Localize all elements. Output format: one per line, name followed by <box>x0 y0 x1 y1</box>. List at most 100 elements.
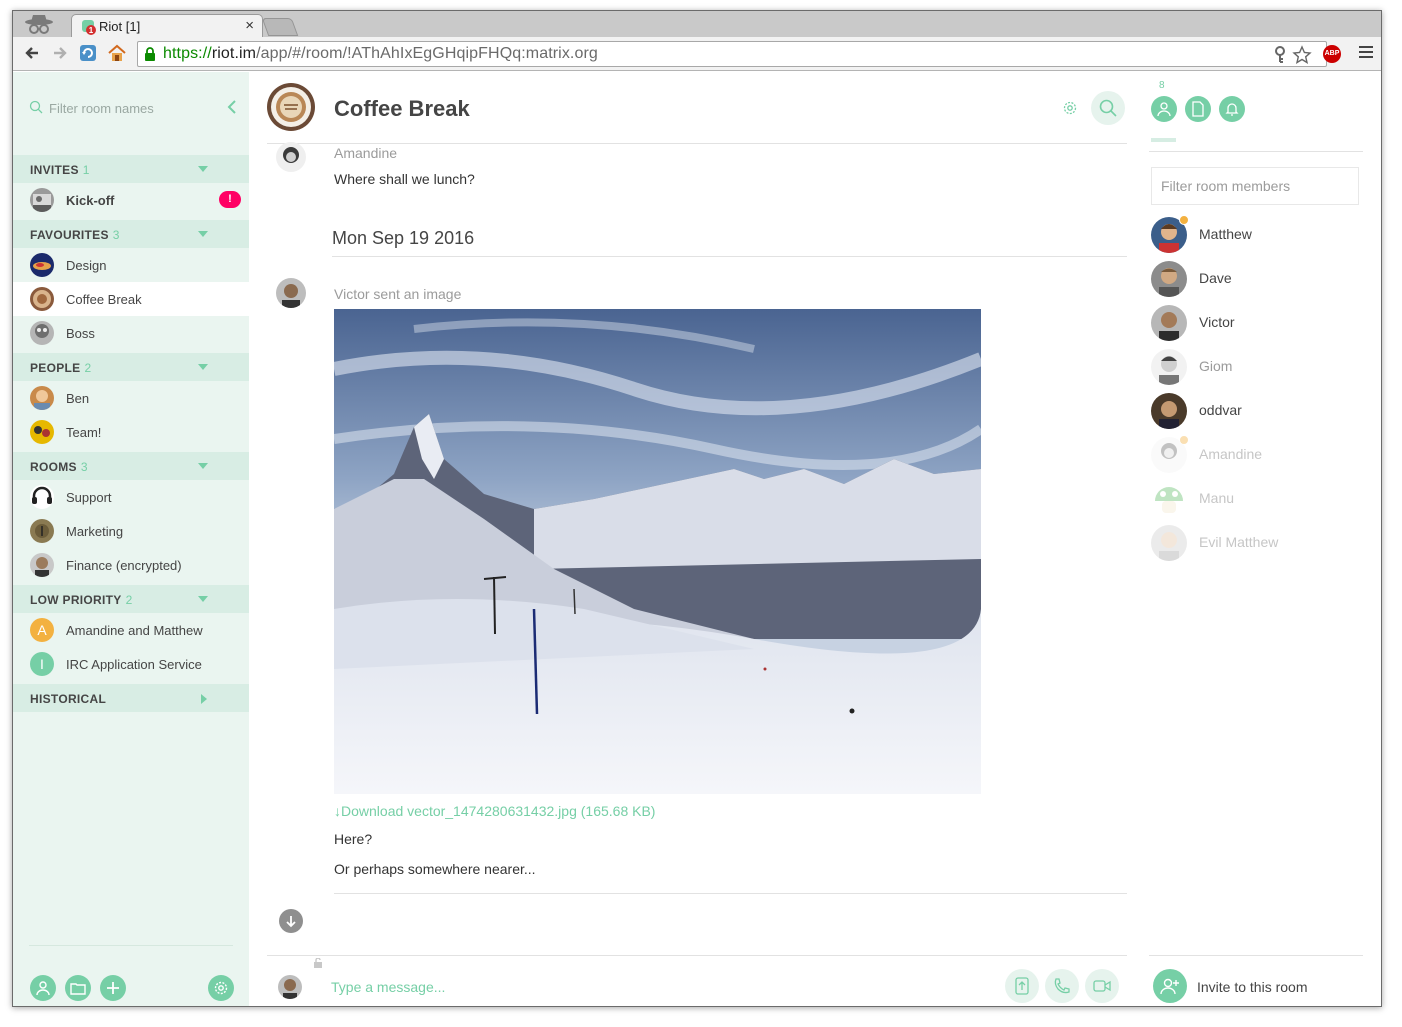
member-name: Amandine <box>1199 446 1263 462</box>
riot-favicon-icon: 1 <box>82 20 96 35</box>
member-name: Matthew <box>1199 226 1252 242</box>
back-icon[interactable] <box>21 42 43 64</box>
room-name: IRC Application Service <box>66 657 202 672</box>
sender-name[interactable]: Victor sent an image <box>334 286 461 302</box>
menu-icon[interactable] <box>1359 46 1373 61</box>
adblock-icon[interactable]: ABP <box>1323 45 1341 63</box>
member-item[interactable]: Manu <box>1151 479 1363 519</box>
room-item-amandine-and-matthew[interactable]: A Amandine and Matthew <box>13 613 249 647</box>
chevron-down-icon <box>198 166 208 172</box>
tab-files[interactable] <box>1185 96 1211 122</box>
address-bar[interactable]: https://riot.im/app/#/room/!AThAhIxEgGHq… <box>137 41 1327 67</box>
voice-call-button[interactable] <box>1045 969 1079 1003</box>
avatar[interactable] <box>276 278 306 308</box>
lock-icon <box>145 47 155 61</box>
member-item[interactable]: Victor <box>1151 303 1363 343</box>
room-item-ben[interactable]: Ben <box>13 381 249 415</box>
room-header: Coffee Break <box>267 72 1127 144</box>
avatar: I <box>30 652 54 676</box>
invite-button[interactable] <box>1153 969 1187 1003</box>
search-button[interactable] <box>1091 91 1125 125</box>
section-people[interactable]: PEOPLE 2 <box>13 353 249 381</box>
room-name: Kick-off <box>66 193 115 208</box>
member-item[interactable]: Matthew <box>1151 215 1363 255</box>
message-input[interactable] <box>331 975 931 999</box>
new-tab-button[interactable] <box>261 18 299 36</box>
chevron-down-icon <box>198 463 208 469</box>
room-item-irc-application-service[interactable]: I IRC Application Service <box>13 647 249 681</box>
browser-toolbar: https://riot.im/app/#/room/!AThAhIxEgGHq… <box>13 37 1381 71</box>
collapse-icon[interactable] <box>225 98 239 116</box>
member-item[interactable]: Amandine <box>1151 435 1363 475</box>
avatar: A <box>30 618 54 642</box>
video-call-button[interactable] <box>1085 969 1119 1003</box>
active-tab-indicator <box>1151 138 1176 142</box>
user-avatar <box>278 975 302 999</box>
forward-icon[interactable] <box>49 42 71 64</box>
section-historical[interactable]: HISTORICAL <box>13 684 249 712</box>
image-attachment[interactable] <box>334 309 981 794</box>
room-item-marketing[interactable]: Marketing <box>13 514 249 548</box>
tab-members[interactable] <box>1151 96 1177 122</box>
member-item[interactable]: Giom <box>1151 347 1363 387</box>
invite-label[interactable]: Invite to this room <box>1197 979 1308 995</box>
jump-to-bottom-button[interactable] <box>279 909 303 933</box>
settings-button[interactable] <box>208 975 234 1001</box>
room-item-kickoff[interactable]: Kick-off ! <box>13 183 249 217</box>
create-room-button[interactable] <box>100 975 126 1001</box>
section-low-priority[interactable]: LOW PRIORITY 2 <box>13 585 249 613</box>
browser-tab[interactable]: 1 Riot [1] × <box>71 14 263 38</box>
plus-icon <box>107 982 119 994</box>
chevron-right-icon <box>201 694 207 704</box>
bell-icon <box>1225 103 1239 116</box>
member-name: oddvar <box>1199 402 1242 418</box>
chevron-down-icon <box>198 231 208 237</box>
arrow-down-icon <box>286 916 296 928</box>
key-icon[interactable] <box>1274 46 1286 64</box>
sender-name[interactable]: Amandine <box>334 145 397 161</box>
room-avatar[interactable] <box>267 83 315 131</box>
room-item-coffee-break[interactable]: Coffee Break <box>13 282 249 316</box>
section-label: FAVOURITES <box>30 228 109 242</box>
svg-text:1: 1 <box>89 26 94 35</box>
tab-notifications[interactable] <box>1219 96 1245 122</box>
member-filter-input[interactable] <box>1151 167 1359 205</box>
divider <box>267 955 1127 956</box>
member-item[interactable]: Evil Matthew <box>1151 523 1363 563</box>
member-item[interactable]: Dave <box>1151 259 1363 299</box>
upload-button[interactable] <box>1005 969 1039 1003</box>
avatar[interactable] <box>276 142 306 172</box>
room-item-boss[interactable]: Boss <box>13 316 249 350</box>
settings-icon[interactable] <box>1062 100 1078 116</box>
start-chat-button[interactable] <box>30 975 56 1001</box>
room-directory-button[interactable] <box>65 975 91 1001</box>
headset-icon <box>30 485 54 509</box>
power-level-star-icon <box>1179 215 1189 225</box>
people-icon <box>36 981 50 996</box>
gear-icon <box>214 981 228 995</box>
section-rooms[interactable]: ROOMS 3 <box>13 452 249 480</box>
room-filter-input[interactable] <box>49 97 209 119</box>
divider <box>1149 955 1363 956</box>
chevron-down-icon <box>198 596 208 602</box>
home-icon[interactable] <box>106 42 128 64</box>
room-item-design[interactable]: Design <box>13 248 249 282</box>
section-label: HISTORICAL <box>30 692 107 706</box>
section-favourites[interactable]: FAVOURITES 3 <box>13 220 249 248</box>
section-label: LOW PRIORITY <box>30 593 122 607</box>
room-item-finance[interactable]: Finance (encrypted) <box>13 548 249 582</box>
chevron-down-icon <box>198 364 208 370</box>
reload-icon[interactable] <box>77 42 99 64</box>
member-name: Victor <box>1199 314 1235 330</box>
download-link[interactable]: ↓Download vector_1474280631432.jpg (165.… <box>334 803 655 819</box>
room-item-team[interactable]: Team! <box>13 415 249 449</box>
member-item[interactable]: oddvar <box>1151 391 1363 431</box>
room-item-support[interactable]: Support <box>13 480 249 514</box>
star-icon[interactable] <box>1292 45 1312 65</box>
room-name: Team! <box>66 425 102 440</box>
member-count: 8 <box>1159 80 1165 91</box>
unencrypted-lock-icon <box>314 958 322 968</box>
tab-close-icon[interactable]: × <box>245 17 254 34</box>
room-title[interactable]: Coffee Break <box>334 96 470 122</box>
section-invites[interactable]: INVITES 1 <box>13 155 249 183</box>
